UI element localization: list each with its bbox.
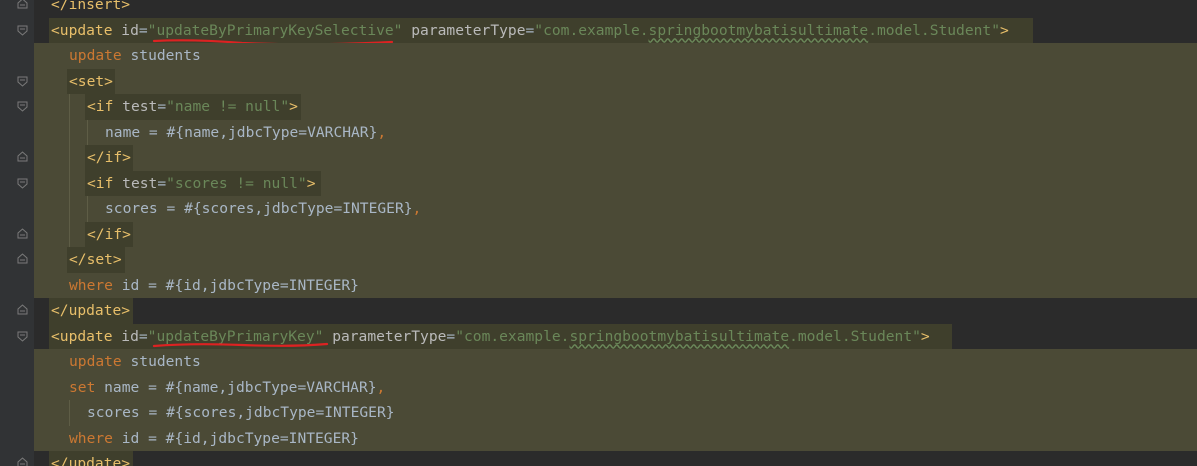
indent-guide (69, 94, 70, 120)
code-line[interactable]: </update> (17, 451, 1197, 466)
fold-open-icon[interactable] (17, 330, 28, 342)
code-line[interactable]: scores = #{scores,jdbcType=INTEGER}, (34, 196, 1197, 222)
code-line[interactable]: <if test="scores != null"> (17, 170, 1197, 196)
indent-guide (69, 196, 70, 222)
code-line[interactable]: <if test="name != null"> (17, 94, 1197, 120)
scores-assignment-line: scores = #{scores,jdbcType=INTEGER}, (105, 200, 422, 217)
update-selective-open-tag: <update id="updateByPrimaryKeySelective"… (51, 21, 1009, 39)
set-open-tag: <set> (69, 72, 113, 90)
line-highlight (34, 221, 1197, 247)
fold-close-icon[interactable] (17, 227, 28, 240)
update-close-tag: </update> (51, 302, 131, 319)
sql-set-line: set name = #{name,jdbcType=VARCHAR}, (69, 378, 386, 396)
fold-open-icon[interactable] (17, 24, 28, 36)
fold-open-icon[interactable] (17, 100, 28, 112)
fold-close-icon[interactable] (17, 253, 28, 265)
fold-close-icon[interactable] (17, 0, 28, 10)
code-line[interactable]: </set> (17, 247, 1197, 273)
sql-update-line: update students (69, 353, 201, 370)
if-scores-open-tag: <if test="scores != null"> (87, 174, 316, 192)
set-close-tag: </set> (69, 251, 122, 268)
code-line[interactable]: </insert> (17, 0, 1197, 18)
code-area[interactable]: </insert> <update id="updateByPrimaryKey… (17, 0, 1197, 466)
code-line[interactable]: </if> (17, 221, 1197, 247)
fold-open-icon[interactable] (17, 177, 28, 189)
sql-where-line: where id = #{id,jdbcType=INTEGER} (69, 276, 359, 294)
code-editor[interactable]: </insert> <update id="updateByPrimaryKey… (0, 0, 1197, 466)
closing-insert-tag: </insert> (51, 0, 131, 13)
line-highlight (34, 247, 1197, 273)
indent-guide (69, 145, 70, 171)
line-highlight (34, 43, 1197, 69)
if-close-tag: </if> (87, 225, 131, 243)
code-line[interactable]: where id = #{id,jdbcType=INTEGER} (34, 272, 1197, 298)
code-line[interactable]: </if> (17, 145, 1197, 171)
indent-guide (69, 221, 70, 247)
update-pk-open-tag: <update id="updateByPrimaryKey" paramete… (51, 327, 930, 345)
fold-close-icon[interactable] (17, 457, 28, 466)
code-line[interactable]: <update id="updateByPrimaryKeySelective"… (17, 17, 1197, 45)
indent-guide (69, 400, 70, 426)
sql-where-line: where id = #{id,jdbcType=INTEGER} (69, 429, 359, 447)
indent-guide (69, 170, 70, 196)
fold-close-icon[interactable] (17, 304, 28, 316)
code-line[interactable]: update students (34, 43, 1197, 69)
if-close-tag: </if> (87, 149, 131, 166)
sql-update-line: update students (69, 47, 201, 64)
code-line[interactable]: scores = #{scores,jdbcType=INTEGER} (34, 400, 1197, 426)
code-line[interactable]: <set> (17, 68, 1197, 94)
fold-open-icon[interactable] (17, 75, 28, 87)
code-line[interactable]: update students (34, 349, 1197, 375)
fold-close-icon[interactable] (17, 151, 28, 163)
indent-guide (87, 196, 88, 222)
code-line[interactable]: name = #{name,jdbcType=VARCHAR}, (34, 119, 1197, 145)
code-line[interactable]: where id = #{id,jdbcType=INTEGER} (34, 425, 1197, 451)
scores-assignment-line: scores = #{scores,jdbcType=INTEGER} (87, 404, 395, 421)
line-highlight (34, 145, 1197, 171)
code-line[interactable]: </update> (17, 298, 1197, 324)
line-highlight (34, 349, 1197, 375)
if-name-open-tag: <if test="name != null"> (87, 98, 298, 115)
code-line[interactable]: set name = #{name,jdbcType=VARCHAR}, (34, 374, 1197, 400)
indent-guide (69, 119, 70, 145)
update-close-tag: </update> (51, 455, 131, 466)
name-assignment-line: name = #{name,jdbcType=VARCHAR}, (105, 123, 387, 141)
indent-guide (87, 119, 88, 145)
code-line[interactable]: <update id="updateByPrimaryKey" paramete… (17, 323, 1197, 349)
line-highlight (34, 68, 1197, 94)
